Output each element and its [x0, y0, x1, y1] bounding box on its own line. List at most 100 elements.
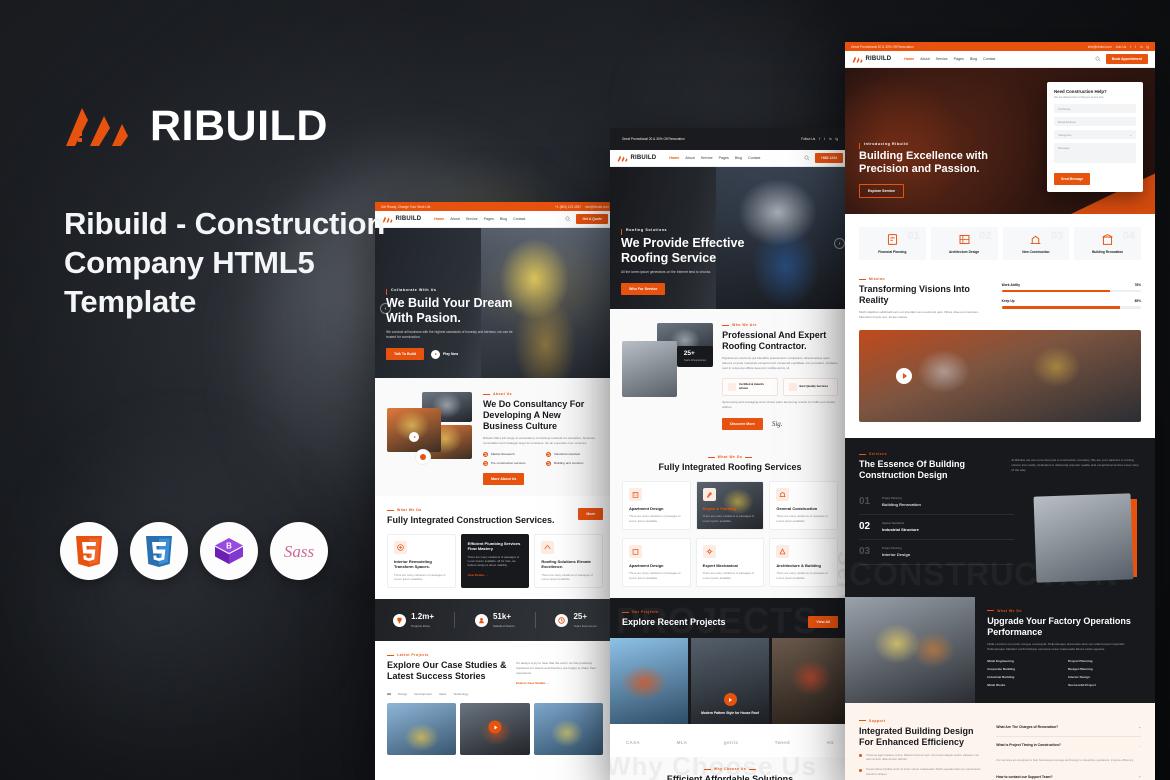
left-topbar-phone[interactable]: +1 (800) 123 4567	[555, 205, 581, 209]
filter-tab-development[interactable]: Development	[414, 692, 432, 696]
project-thumbnail[interactable]	[610, 637, 688, 724]
service-card[interactable]: Roofing Solutions Elevate Excellence. Th…	[534, 533, 603, 589]
project-thumbnail[interactable]	[772, 637, 850, 724]
linkedin-icon[interactable]: in	[1140, 45, 1142, 49]
service-card[interactable]: Apartment Design There are many variatio…	[622, 537, 691, 587]
categories-select[interactable]: Categories	[1054, 130, 1136, 139]
mockup-homepage-roofing[interactable]: Great Promotional 20 & 30% Off Renovatio…	[610, 128, 850, 780]
left-cases-link[interactable]: Explore Case Studies →	[516, 681, 603, 685]
play-icon[interactable]	[896, 367, 913, 384]
mid-nav-logo[interactable]: RIBUILD	[617, 155, 656, 162]
service-card[interactable]: Expert Mechanical There are many variati…	[695, 537, 765, 587]
service-card-featured[interactable]: Efficient Plumbing Services Flow Mastery…	[460, 533, 530, 589]
factory-list-item[interactable]: Budget Planning	[1068, 667, 1141, 671]
right-hero-cta[interactable]: Explore Service	[859, 184, 904, 198]
factory-list-item[interactable]: Successful Project	[1068, 683, 1141, 687]
plus-icon[interactable]: +	[1139, 725, 1141, 730]
essence-item[interactable]: 03 Project Planning Interior Design	[859, 540, 1015, 565]
right-nav-link-contact[interactable]: Contact	[983, 57, 995, 61]
service-card[interactable]: General Construction There are many vari…	[769, 480, 838, 530]
filter-tab-all[interactable]: All	[387, 692, 391, 696]
left-nav-cta[interactable]: Get A Quote	[576, 214, 608, 224]
play-icon[interactable]	[723, 693, 737, 707]
left-services-cta[interactable]: More	[578, 507, 603, 520]
right-nav-link-service[interactable]: Service	[936, 57, 948, 61]
case-thumbnail[interactable]	[387, 703, 457, 756]
message-textarea[interactable]: Message	[1054, 143, 1136, 163]
service-card[interactable]: Architecture & Building There are many v…	[769, 537, 838, 587]
play-icon[interactable]	[431, 349, 441, 359]
left-topbar-email[interactable]: info@ribuild.com	[585, 205, 609, 209]
service-card[interactable]: Interior Remodeling Transform Spaces. Th…	[387, 533, 456, 589]
factory-list-item[interactable]: Metal Works	[987, 683, 1060, 687]
mid-nav-link-pages[interactable]: Pages	[719, 156, 729, 160]
about-play-icon[interactable]	[409, 432, 419, 442]
right-nav-link-blog[interactable]: Blog	[970, 57, 977, 61]
faq-item[interactable]: How to contact our Support Team? +	[996, 768, 1141, 780]
left-hero-cta[interactable]: Talk To Build	[386, 348, 425, 360]
right-nav-link-home[interactable]: Home	[904, 57, 914, 61]
left-nav-link-contact[interactable]: Contact	[513, 217, 525, 221]
twitter-icon[interactable]: t	[1135, 45, 1136, 49]
factory-list-item[interactable]: Corporate Building	[987, 667, 1060, 671]
numbered-service-card[interactable]: 02 Architecture Design	[930, 227, 998, 260]
left-nav-link-blog[interactable]: Blog	[500, 217, 507, 221]
send-message-button[interactable]: Send Message	[1054, 173, 1091, 185]
email-field[interactable]: Email Address	[1054, 117, 1136, 126]
search-icon[interactable]	[804, 155, 810, 161]
contact-form-card[interactable]: Need Construction Help? We are always he…	[1047, 82, 1143, 192]
right-topbar-email[interactable]: info@ribuild.com	[1088, 45, 1112, 49]
mid-nav-link-contact[interactable]: Contact	[748, 156, 760, 160]
left-nav-link-service[interactable]: Service	[466, 217, 478, 221]
filter-tab-ideas[interactable]: Ideas	[439, 692, 446, 696]
minus-icon[interactable]: -	[1140, 743, 1141, 748]
search-icon[interactable]	[1095, 56, 1101, 62]
numbered-service-card[interactable]: 04 Building Renovation	[1074, 227, 1141, 260]
mid-projects-cta[interactable]: View All	[808, 615, 838, 628]
essence-item-active[interactable]: 02 Highest Standards Industrial Structur…	[859, 515, 1015, 540]
case-thumbnail[interactable]	[460, 703, 530, 756]
filter-tab-design[interactable]: Design	[398, 692, 407, 696]
left-hero-play[interactable]: Play Now	[431, 349, 458, 359]
factory-list-item[interactable]: Project Planning	[1068, 659, 1141, 663]
search-icon[interactable]	[565, 216, 571, 222]
factory-list-item[interactable]: Industrial Building	[987, 675, 1060, 679]
filter-tab-technology[interactable]: Technology	[453, 692, 468, 696]
service-card-link[interactable]: View Details →	[468, 573, 523, 577]
mid-hero-cta[interactable]: Who For Service	[621, 283, 666, 295]
full-name-field[interactable]: Full Name	[1054, 104, 1136, 113]
facebook-icon[interactable]: f	[1130, 45, 1131, 49]
right-nav-link-pages[interactable]: Pages	[954, 57, 964, 61]
plus-icon[interactable]: +	[1139, 774, 1141, 779]
right-nav-logo[interactable]: RIBUILD	[852, 56, 891, 63]
faq-item-open[interactable]: What is Project Timing in Construction? …	[996, 737, 1141, 754]
essence-item[interactable]: 01 Project Planning Building Renovation	[859, 490, 1015, 515]
project-thumbnail-featured[interactable]: Modern Pattern Style for House Roof	[691, 637, 769, 724]
twitter-icon[interactable]: t	[824, 137, 825, 141]
service-card-featured[interactable]: Repair & Painting There are many variati…	[695, 480, 765, 530]
mockup-homepage-construction[interactable]: Get Ready, Change Your Work Life +1 (800…	[375, 202, 615, 780]
linkedin-icon[interactable]: in	[829, 137, 831, 141]
play-icon[interactable]	[488, 720, 502, 734]
left-nav-link-pages[interactable]: Pages	[484, 217, 494, 221]
left-nav-link-about[interactable]: About	[450, 217, 459, 221]
mid-nav-link-blog[interactable]: Blog	[735, 156, 742, 160]
factory-list-item[interactable]: Interior Design	[1068, 675, 1141, 679]
mid-about-cta[interactable]: Discover More	[722, 417, 763, 430]
mid-nav-link-service[interactable]: Service	[701, 156, 713, 160]
right-nav-cta[interactable]: Book Appointment	[1105, 54, 1148, 64]
service-card[interactable]: Apartment Design There are many variatio…	[622, 480, 691, 530]
hero-next-button[interactable]: ›	[834, 238, 845, 249]
promo-video[interactable]	[859, 329, 1141, 422]
right-nav-link-about[interactable]: About	[920, 57, 929, 61]
numbered-service-card[interactable]: 01 Financial Planning	[859, 227, 926, 260]
left-nav-link-home[interactable]: Home	[434, 217, 444, 221]
numbered-service-card[interactable]: 03 New Construction	[1002, 227, 1070, 260]
case-thumbnail[interactable]	[533, 703, 603, 756]
mockup-homepage-excellence[interactable]: Great Promotional 20 & 30% Off Renovatio…	[845, 42, 1155, 780]
instagram-icon[interactable]: ig	[1147, 45, 1149, 49]
left-about-cta[interactable]: More About Us	[482, 472, 525, 485]
mid-nav-link-home[interactable]: Home	[669, 156, 679, 160]
mid-nav-cta[interactable]: +880 1234	[814, 153, 843, 163]
facebook-icon[interactable]: f	[819, 137, 820, 141]
